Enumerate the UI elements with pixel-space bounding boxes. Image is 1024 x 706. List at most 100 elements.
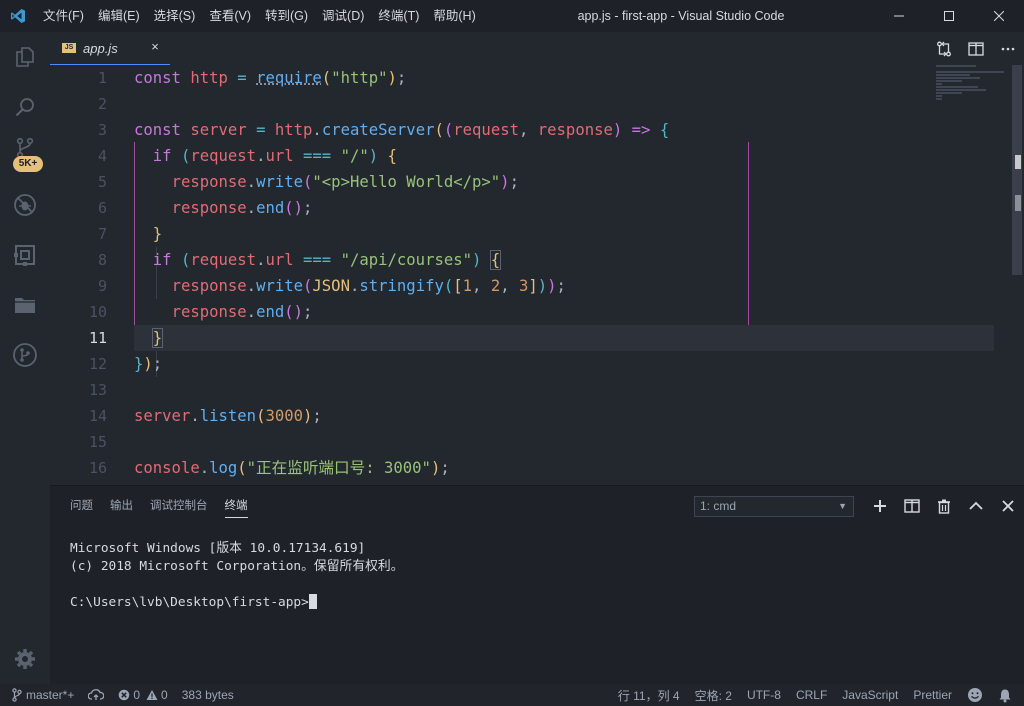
menu-view[interactable]: 查看(V)	[202, 0, 258, 32]
title-bar: 文件(F) 编辑(E) 选择(S) 查看(V) 转到(G) 调试(D) 终端(T…	[0, 0, 1024, 32]
tab-output[interactable]: 输出	[110, 486, 133, 526]
line-number: 13	[88, 381, 107, 399]
debug-icon[interactable]	[0, 180, 50, 230]
trash-icon	[938, 499, 950, 514]
folder-icon[interactable]	[0, 280, 50, 330]
bell-icon	[999, 689, 1011, 702]
line-number: 2	[97, 95, 107, 113]
cloud-upload-icon	[88, 689, 105, 700]
panel-tabs: 问题 输出 调试控制台 终端	[70, 486, 265, 526]
terminal-prompt: C:\Users\lvb\Desktop\first-app>	[70, 595, 309, 610]
settings-gear-icon[interactable]	[0, 634, 50, 684]
language-mode[interactable]: JavaScript	[842, 688, 898, 702]
menu-file[interactable]: 文件(F)	[36, 0, 91, 32]
prettier-status[interactable]: Prettier	[913, 688, 952, 702]
maximize-panel-button[interactable]	[960, 491, 992, 521]
split-editor-icon	[968, 41, 984, 56]
code-line: response.write(JSON.stringify([1, 2, 3])…	[171, 277, 566, 295]
indentation-status[interactable]: 空格: 2	[695, 687, 732, 704]
feedback-button[interactable]	[967, 687, 983, 703]
scrollbar-thumb[interactable]	[1012, 65, 1022, 275]
code-line: });	[134, 355, 163, 373]
menu-debug[interactable]: 调试(D)	[315, 0, 371, 32]
warning-icon	[146, 690, 158, 700]
line-number-gutter: 1 2 3 4 5 6 7 8 9 10 11 12 13 14 15 16	[50, 65, 120, 481]
close-window-button[interactable]	[974, 0, 1024, 32]
line-number: 8	[97, 251, 107, 269]
line-number: 12	[88, 355, 107, 373]
smiley-icon	[968, 688, 982, 702]
more-actions-button[interactable]	[992, 32, 1024, 65]
terminal-prompt-line: C:\Users\lvb\Desktop\first-app>	[70, 594, 404, 612]
problems-status[interactable]: 0 0	[118, 688, 168, 702]
minimap[interactable]	[936, 65, 1010, 105]
open-changes-button[interactable]	[928, 32, 960, 65]
close-icon	[994, 11, 1004, 21]
branch-name: master*+	[26, 688, 75, 702]
line-number: 16	[88, 459, 107, 477]
tab-terminal[interactable]: 终端	[224, 486, 248, 526]
sync-status[interactable]	[88, 689, 105, 701]
line-number: 6	[97, 199, 107, 217]
activity-bar: 5K+	[0, 32, 50, 684]
code-line: console.log("正在监听端口号: 3000");	[134, 459, 450, 477]
panel-actions	[864, 491, 1024, 521]
plus-icon	[874, 500, 886, 512]
minimize-button[interactable]	[874, 0, 924, 32]
terminal-line: (c) 2018 Microsoft Corporation。保留所有权利。	[70, 559, 404, 574]
editor-actions	[928, 32, 1024, 65]
eol-status[interactable]: CRLF	[796, 688, 827, 702]
maximize-button[interactable]	[924, 0, 974, 32]
line-number-active: 11	[88, 329, 107, 347]
terminal-select-value: 1: cmd	[700, 499, 737, 513]
git-branch-icon	[12, 688, 22, 702]
cursor-position[interactable]: 行 11，列 4	[618, 687, 680, 704]
code-line: if (request.url === "/api/courses") {	[152, 250, 502, 270]
code-line: }	[152, 225, 163, 243]
editor-vertical-scrollbar[interactable]	[1010, 65, 1024, 485]
editor-tab-bar: JS app.js ×	[50, 32, 1024, 65]
vscode-window: 文件(F) 编辑(E) 选择(S) 查看(V) 转到(G) 调试(D) 终端(T…	[0, 0, 1024, 706]
new-terminal-button[interactable]	[864, 491, 896, 521]
menu-edit[interactable]: 编辑(E)	[91, 0, 147, 32]
split-terminal-button[interactable]	[896, 491, 928, 521]
tab-problems[interactable]: 问题	[70, 486, 93, 526]
minimize-icon	[894, 15, 904, 17]
tab-close-icon[interactable]: ×	[148, 40, 162, 54]
menu-go[interactable]: 转到(G)	[258, 0, 315, 32]
terminal-select[interactable]: 1: cmd ▼	[694, 496, 854, 517]
menu-terminal[interactable]: 终端(T)	[371, 0, 426, 32]
code-line: server.listen(3000);	[134, 407, 322, 425]
encoding-status[interactable]: UTF-8	[747, 688, 781, 702]
search-icon[interactable]	[0, 82, 50, 132]
tab-debug-console[interactable]: 调试控制台	[150, 486, 208, 526]
code-line: response.end();	[171, 303, 313, 321]
line-number: 7	[97, 225, 107, 243]
notifications-button[interactable]	[998, 688, 1012, 703]
menu-help[interactable]: 帮助(H)	[426, 0, 482, 32]
scm-badge: 5K+	[13, 156, 43, 172]
window-controls	[874, 0, 1024, 32]
code-line-current: }	[134, 325, 994, 351]
line-number: 10	[88, 303, 107, 321]
terminal-cursor	[308, 594, 317, 609]
terminal-output[interactable]: Microsoft Windows [版本 10.0.17134.619] (c…	[70, 540, 404, 612]
git-branch-status[interactable]: master*+	[12, 688, 74, 702]
explorer-icon[interactable]	[0, 32, 50, 82]
maximize-icon	[944, 11, 954, 21]
kill-terminal-button[interactable]	[928, 491, 960, 521]
line-number: 14	[88, 407, 107, 425]
line-number: 9	[97, 277, 107, 295]
overview-ruler-mark	[1015, 195, 1021, 211]
extensions-icon[interactable]	[0, 230, 50, 280]
error-count: 0	[133, 688, 141, 702]
split-editor-button[interactable]	[960, 32, 992, 65]
menu-selection[interactable]: 选择(S)	[147, 0, 203, 32]
line-number: 5	[97, 173, 107, 191]
git-graph-icon[interactable]	[0, 330, 50, 380]
code-editor[interactable]: 1 2 3 4 5 6 7 8 9 10 11 12 13 14 15 16 c…	[50, 65, 1024, 485]
tab-app-js[interactable]: JS app.js ×	[50, 32, 170, 65]
close-panel-button[interactable]	[992, 491, 1024, 521]
